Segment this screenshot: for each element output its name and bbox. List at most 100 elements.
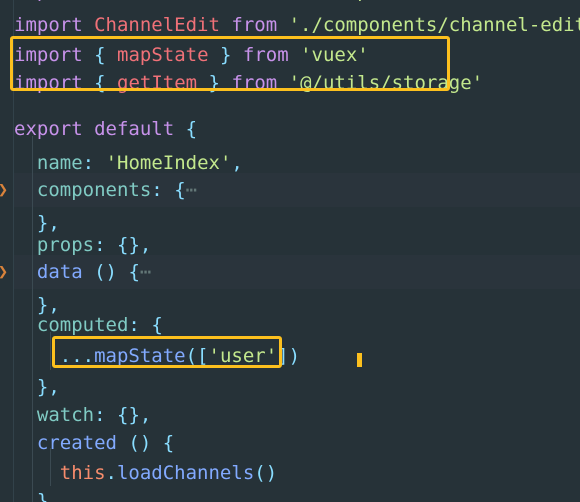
token: : (82, 152, 95, 174)
token: ... (59, 345, 95, 367)
token: , (139, 404, 152, 426)
token: 'HomeIndex' (105, 152, 232, 174)
code-editor[interactable]: import ArticleList from './components/ar… (0, 0, 580, 502)
token: , (48, 376, 60, 398)
line-text: import ChannelEdit from './components/ch… (0, 8, 580, 42)
line-data-folded[interactable]: data () {⋯ (0, 255, 580, 289)
token: './components/article-list' (289, 0, 580, 2)
indent-guide (32, 136, 33, 502)
line-export-default[interactable]: export default { (0, 112, 580, 146)
token: from (231, 0, 277, 2)
token: mapState (94, 345, 186, 367)
token: : (128, 314, 140, 336)
line-mapstate-spread[interactable]: ...mapState(['user']) (0, 339, 580, 373)
line-import-articlelist[interactable]: import ArticleList from './components/ar… (0, 0, 580, 8)
gutter-separator (13, 0, 14, 502)
token: ]) (277, 345, 301, 367)
token: getItem (117, 72, 198, 94)
token: import (14, 14, 83, 36)
token: () (128, 432, 152, 454)
token: '@/utils/storage' (288, 72, 484, 94)
token: watch (36, 404, 95, 426)
token: from (231, 72, 278, 94)
token: () (94, 261, 117, 283)
token: import (14, 72, 83, 94)
line-created-open[interactable]: created () { (0, 426, 580, 460)
token: , (139, 234, 152, 256)
cursor-marker (357, 353, 362, 367)
line-text: components: {⋯ (0, 173, 197, 207)
token: {} (117, 404, 140, 426)
token: this (59, 462, 106, 484)
token: { (128, 261, 140, 283)
token: name (36, 152, 83, 174)
token: data (36, 261, 83, 283)
token: , (48, 490, 60, 502)
indent-guide (50, 448, 51, 486)
token: './components/channel-edit' (288, 14, 580, 36)
fold-toggle-icon[interactable]: ❯ (0, 255, 11, 289)
token: : (151, 179, 163, 201)
token: ArticleList (94, 0, 220, 2)
token: { (151, 314, 163, 336)
indent-guide (50, 332, 51, 370)
token: from (231, 14, 278, 36)
token: } (208, 72, 220, 94)
token: default (94, 118, 175, 140)
token: import (14, 44, 83, 66)
line-created-close[interactable]: }, (0, 484, 580, 502)
token: { (162, 432, 175, 454)
line-import-getitem[interactable]: import { getItem } from '@/utils/storage… (0, 66, 580, 100)
line-import-channeledit[interactable]: import ChannelEdit from './components/ch… (0, 8, 580, 42)
fold-toggle-icon[interactable]: ❯ (0, 173, 11, 207)
token: { (94, 44, 106, 66)
token: { (174, 179, 186, 201)
line-components-folded[interactable]: components: {⋯ (0, 173, 580, 207)
token: loadChannels (116, 462, 255, 484)
token: : (94, 234, 106, 256)
token: } (36, 490, 49, 502)
line-computed-open[interactable]: computed: { (0, 308, 580, 342)
token: . (105, 462, 117, 484)
line-text: created () { (0, 426, 174, 460)
token: import (14, 0, 83, 2)
code-surface[interactable]: import ArticleList from './components/ar… (0, 0, 580, 502)
token: from (242, 44, 289, 66)
token: components (36, 179, 152, 201)
token: created (36, 432, 117, 454)
token: ChannelEdit (94, 14, 220, 36)
line-text: export default { (0, 112, 197, 146)
token: ([ (185, 345, 209, 367)
token: , (231, 152, 243, 174)
token: 'vuex' (300, 44, 369, 66)
